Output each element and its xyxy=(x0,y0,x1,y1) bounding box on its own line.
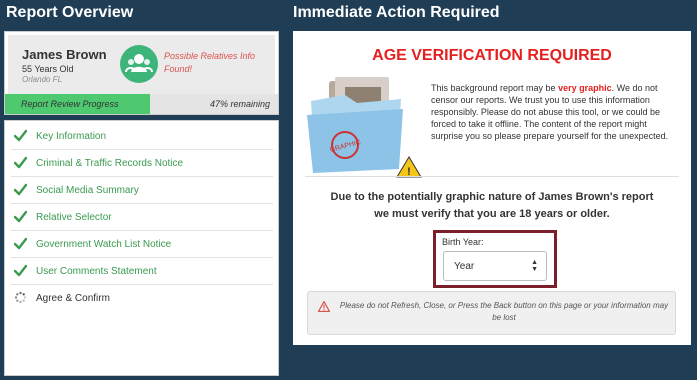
age-verification-title: AGE VERIFICATION REQUIRED xyxy=(372,47,612,64)
warning-triangle-icon xyxy=(318,301,330,312)
profile-age: 55 Years Old xyxy=(22,64,74,74)
checklist-item-label: Criminal & Traffic Records Notice xyxy=(36,158,184,169)
age-requirement-line-2: we must verify that you are 18 years or … xyxy=(374,208,610,220)
birth-year-box: Birth Year: Year ▲ ▼ xyxy=(433,230,557,288)
checkmark-icon xyxy=(13,156,28,169)
divider xyxy=(305,176,679,177)
graphic-folder-icon: GRAPHIC ! xyxy=(305,73,423,183)
checkmark-icon xyxy=(13,210,28,223)
age-verification-panel: AGE VERIFICATION REQUIRED GRAPHIC ! This… xyxy=(293,31,691,345)
profile-name: James Brown xyxy=(22,47,107,62)
checklist-item-label: Relative Selector xyxy=(36,212,112,223)
checklist-item: Agree & Confirm xyxy=(11,285,273,312)
progress-remaining: 47% remaining xyxy=(209,99,270,109)
checklist-item-label: Key Information xyxy=(36,131,107,142)
checkmark-icon xyxy=(13,129,28,142)
report-checklist: Key Information Criminal & Traffic Record… xyxy=(4,120,279,376)
profile-card: James Brown 55 Years Old Orlando FL Poss… xyxy=(4,31,279,115)
checklist-item-label: Social Media Summary xyxy=(36,185,139,196)
age-requirement-line-1: Due to the potentially graphic nature of… xyxy=(330,191,654,203)
checklist-item: Government Watch List Notice xyxy=(11,231,273,258)
birth-year-select[interactable]: Year ▲ ▼ xyxy=(443,251,547,281)
checklist-item: Criminal & Traffic Records Notice xyxy=(11,150,273,177)
profile-summary: James Brown 55 Years Old Orlando FL Poss… xyxy=(8,35,275,94)
checklist-item-label: Government Watch List Notice xyxy=(36,239,172,250)
warning-text-start: This background report may be xyxy=(431,83,559,93)
do-not-refresh-notice: Please do not Refresh, Close, or Press t… xyxy=(307,291,676,335)
loading-spinner-icon xyxy=(14,291,27,304)
select-arrows-icon: ▲ ▼ xyxy=(531,259,538,273)
very-graphic-highlight: very graphic xyxy=(558,83,612,93)
progress-label: Report Review Progress xyxy=(21,99,119,109)
graphic-warning-text: This background report may be very graph… xyxy=(431,82,675,142)
checklist-item-label: User Comments Statement xyxy=(36,266,157,277)
birth-year-label: Birth Year: xyxy=(442,237,484,247)
checklist-item: Relative Selector xyxy=(11,204,273,231)
birth-year-value: Year xyxy=(454,261,475,272)
checklist-item: User Comments Statement xyxy=(11,258,273,285)
checklist-item: Social Media Summary xyxy=(11,177,273,204)
profile-location: Orlando FL xyxy=(22,75,63,84)
checkmark-icon xyxy=(13,183,28,196)
checklist-item: Key Information xyxy=(11,123,273,150)
report-review-progress: Report Review Progress 47% remaining xyxy=(5,94,278,114)
possible-relatives-notice[interactable]: Possible Relatives Info Found! xyxy=(164,50,264,76)
checkmark-icon xyxy=(13,237,28,250)
immediate-action-title: Immediate Action Required xyxy=(293,4,500,21)
age-requirement-message: Due to the potentially graphic nature of… xyxy=(313,189,671,223)
checkmark-icon xyxy=(13,264,28,277)
group-people-icon xyxy=(120,45,158,83)
report-overview-title: Report Overview xyxy=(6,4,134,21)
notice-text: Please do not Refresh, Close, or Press t… xyxy=(339,301,669,322)
checklist-item-label: Agree & Confirm xyxy=(36,293,110,304)
